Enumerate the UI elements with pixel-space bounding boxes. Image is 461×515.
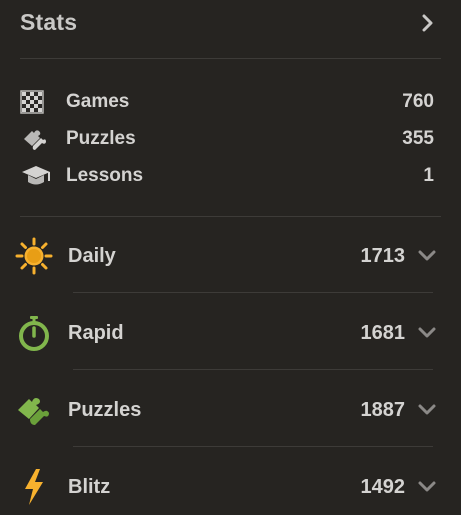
puzzles-divider [73, 446, 433, 447]
rating-row-rapid[interactable]: Rapid 1681 [14, 308, 437, 358]
rating-value-rapid: 1681 [360, 321, 406, 344]
summary-row-puzzles[interactable]: Puzzles 355 [20, 124, 434, 154]
summary-label-games: Games [66, 91, 130, 112]
chevron-right-icon[interactable] [419, 14, 437, 32]
stats-title: Stats [20, 9, 78, 35]
chessboard-icon [20, 88, 54, 116]
daily-divider [73, 292, 433, 293]
rating-label-puzzles: Puzzles [68, 398, 142, 421]
summary-label-puzzles: Puzzles [66, 128, 136, 149]
rating-label-daily: Daily [68, 244, 116, 267]
chevron-down-icon[interactable] [417, 480, 437, 494]
rating-value-puzzles: 1887 [360, 398, 406, 421]
sun-icon [14, 236, 54, 276]
rating-value-blitz: 1492 [360, 475, 406, 498]
puzzle-piece-icon [20, 125, 54, 153]
chevron-down-icon[interactable] [417, 326, 437, 340]
stats-panel: Stats Games 760 Puzzles 355 Lessons 1 Da… [0, 0, 461, 515]
rating-row-daily[interactable]: Daily 1713 [14, 231, 437, 281]
rating-value-daily: 1713 [360, 244, 406, 267]
rating-row-puzzles[interactable]: Puzzles 1887 [14, 385, 437, 435]
rapid-divider [73, 369, 433, 370]
summary-row-lessons[interactable]: Lessons 1 [20, 161, 434, 191]
stats-header[interactable]: Stats [20, 0, 441, 45]
stopwatch-icon [14, 313, 54, 353]
chevron-down-icon[interactable] [417, 403, 437, 417]
rating-label-blitz: Blitz [68, 475, 111, 498]
summary-value-games: 760 [402, 91, 434, 112]
chevron-down-icon[interactable] [417, 249, 437, 263]
summary-value-puzzles: 355 [402, 128, 434, 149]
header-divider [20, 58, 441, 59]
puzzle-icon [14, 390, 54, 430]
graduation-cap-icon [20, 162, 54, 190]
summary-row-games[interactable]: Games 760 [20, 87, 434, 117]
summary-divider [20, 216, 441, 217]
rating-label-rapid: Rapid [68, 321, 124, 344]
summary-value-lessons: 1 [423, 165, 434, 186]
rating-row-blitz[interactable]: Blitz 1492 [14, 462, 437, 512]
summary-label-lessons: Lessons [66, 165, 144, 186]
lightning-icon [14, 467, 54, 507]
